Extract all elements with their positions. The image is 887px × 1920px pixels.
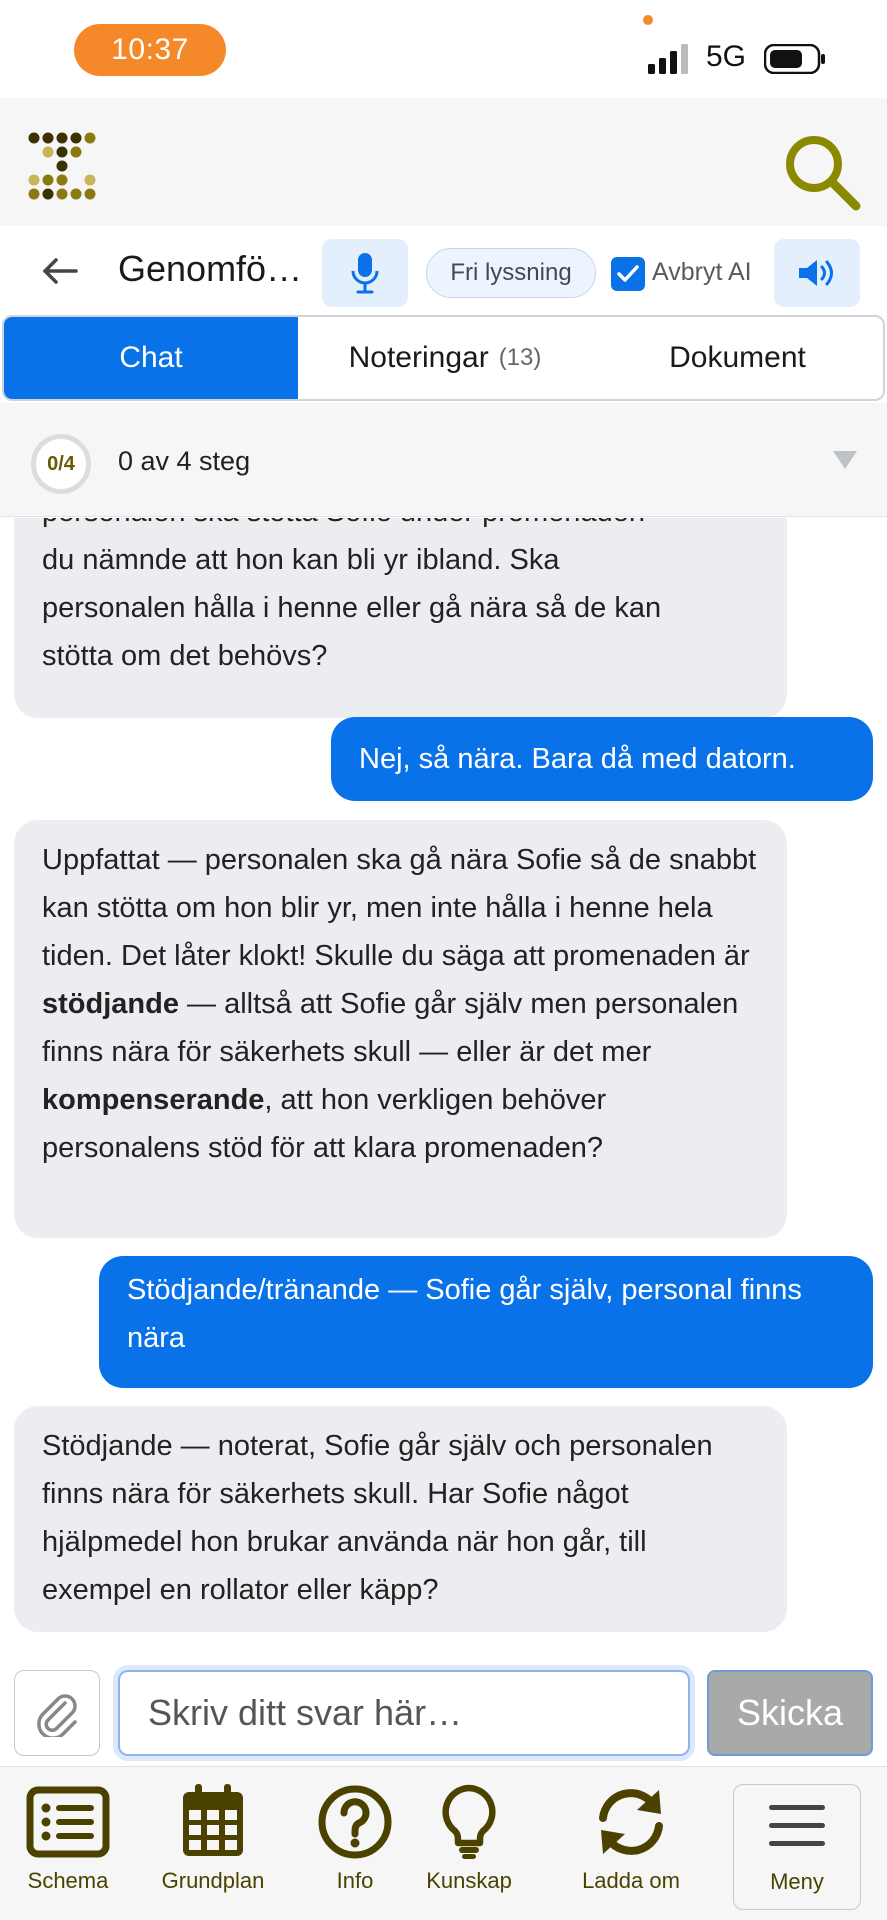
assistant-message-text: Uppfattat — personalen ska gå nära Sofie… — [42, 844, 757, 972]
nav-kunskap-label: Kunskap — [426, 1868, 512, 1893]
assistant-message: Stödjande — noterat, Sofie går själv och… — [14, 1406, 787, 1632]
back-arrow-icon[interactable] — [42, 256, 78, 286]
avbryt-ai-checkbox[interactable] — [611, 257, 645, 291]
emphasis-kompenserande: kompenserande — [42, 1084, 265, 1116]
send-button[interactable]: Skicka — [707, 1670, 873, 1756]
nav-info-label: Info — [336, 1868, 374, 1893]
emphasis-stodjande: stödjande — [42, 988, 179, 1020]
lightbulb-icon — [442, 1784, 496, 1859]
expand-triangle-icon[interactable] — [832, 450, 858, 470]
battery-icon — [764, 44, 825, 74]
message-line: du nämnde att hon kan bli yr ibland. Ska — [42, 544, 560, 576]
refresh-icon — [599, 1789, 663, 1855]
message-line: stötta om det behövs? — [42, 640, 328, 672]
page-title: Genomfö… — [118, 248, 303, 289]
nav-grundplan[interactable]: Grundplan — [143, 1784, 283, 1894]
view-tabs: Chat Noteringar (13) Dokument — [2, 315, 885, 401]
tab-dokument-label: Dokument — [669, 341, 806, 374]
calendar-icon — [183, 1784, 243, 1856]
tab-dokument[interactable]: Dokument — [592, 317, 883, 399]
avbryt-ai-label[interactable]: Avbryt AI — [652, 258, 752, 287]
nav-kunskap[interactable]: Kunskap — [399, 1784, 539, 1894]
nav-ladda-om-label: Ladda om — [582, 1868, 680, 1893]
tab-noteringar[interactable]: Noteringar (13) — [298, 317, 592, 399]
nav-meny[interactable]: Meny — [733, 1784, 861, 1910]
assistant-message: personalen ska stötta Sofie under promen… — [14, 518, 787, 718]
nav-meny-label: Meny — [770, 1869, 824, 1894]
nav-schema-label: Schema — [27, 1868, 109, 1893]
status-time: 10:37 — [74, 24, 226, 76]
question-icon — [318, 1785, 392, 1859]
tab-noteringar-count: (13) — [498, 344, 542, 371]
message-line: personalen hålla i henne eller gå nära s… — [42, 592, 662, 624]
app-header — [0, 98, 887, 226]
fri-lyssning-toggle[interactable]: Fri lyssning — [426, 248, 596, 298]
app-logo-icon[interactable] — [26, 130, 98, 202]
assistant-message: Uppfattat — personalen ska gå nära Sofie… — [14, 820, 787, 1238]
nav-ladda-om[interactable]: Ladda om — [561, 1784, 701, 1894]
user-message-text: Stödjande/tränande — Sofie går själv, pe… — [127, 1274, 802, 1354]
message-line: personalen ska stötta Sofie under promen… — [42, 518, 759, 536]
checkmark-icon — [617, 265, 639, 282]
steps-progress-text: 0 av 4 steg — [118, 446, 251, 476]
tab-chat-label: Chat — [119, 341, 183, 374]
list-icon — [26, 1786, 110, 1858]
user-message: Nej, så nära. Bara då med datorn. — [331, 717, 873, 801]
user-message: Stödjande/tränande — Sofie går själv, pe… — [99, 1256, 873, 1388]
search-icon[interactable] — [782, 132, 862, 212]
reply-input[interactable] — [118, 1670, 690, 1756]
privacy-indicator-dot — [643, 15, 653, 25]
speaker-button[interactable] — [774, 239, 860, 307]
signal-icon — [648, 44, 688, 74]
network-type: 5G — [706, 40, 747, 73]
attach-button[interactable] — [14, 1670, 100, 1756]
assistant-message-text: Stödjande — noterat, Sofie går själv och… — [42, 1430, 713, 1606]
paperclip-icon — [37, 1694, 77, 1737]
steps-progress-ring: 0/4 — [31, 434, 91, 494]
nav-schema[interactable]: Schema — [0, 1784, 138, 1894]
tab-chat[interactable]: Chat — [4, 317, 298, 399]
speaker-volume-icon — [799, 260, 833, 286]
hamburger-icon — [769, 1805, 825, 1846]
microphone-icon — [351, 253, 379, 294]
chat-messages[interactable]: personalen ska stötta Sofie under promen… — [0, 518, 887, 1666]
status-bar: 10:37 5G — [0, 0, 887, 98]
microphone-button[interactable] — [322, 239, 408, 307]
user-message-text: Nej, så nära. Bara då med datorn. — [359, 743, 796, 775]
tab-noteringar-label: Noteringar — [348, 341, 489, 374]
nav-grundplan-label: Grundplan — [161, 1868, 265, 1893]
